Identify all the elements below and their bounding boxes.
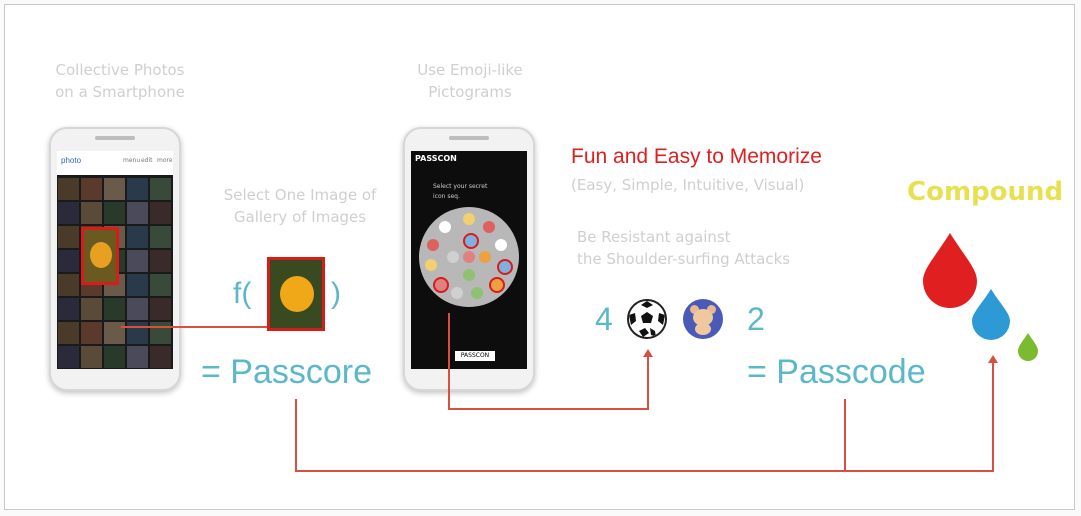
blue-drop-icon <box>972 289 1010 340</box>
connector-passcon-to-sequence <box>448 313 649 410</box>
green-drop-icon <box>1018 333 1038 361</box>
connector-to-compound <box>295 361 994 472</box>
arrowhead-compound <box>988 355 998 363</box>
diagram-frame: Collective Photos on a Smartphone photo … <box>4 4 1075 510</box>
arrowhead-sequence <box>643 349 653 357</box>
connector-lines <box>121 233 1038 472</box>
red-drop-icon <box>923 233 977 308</box>
